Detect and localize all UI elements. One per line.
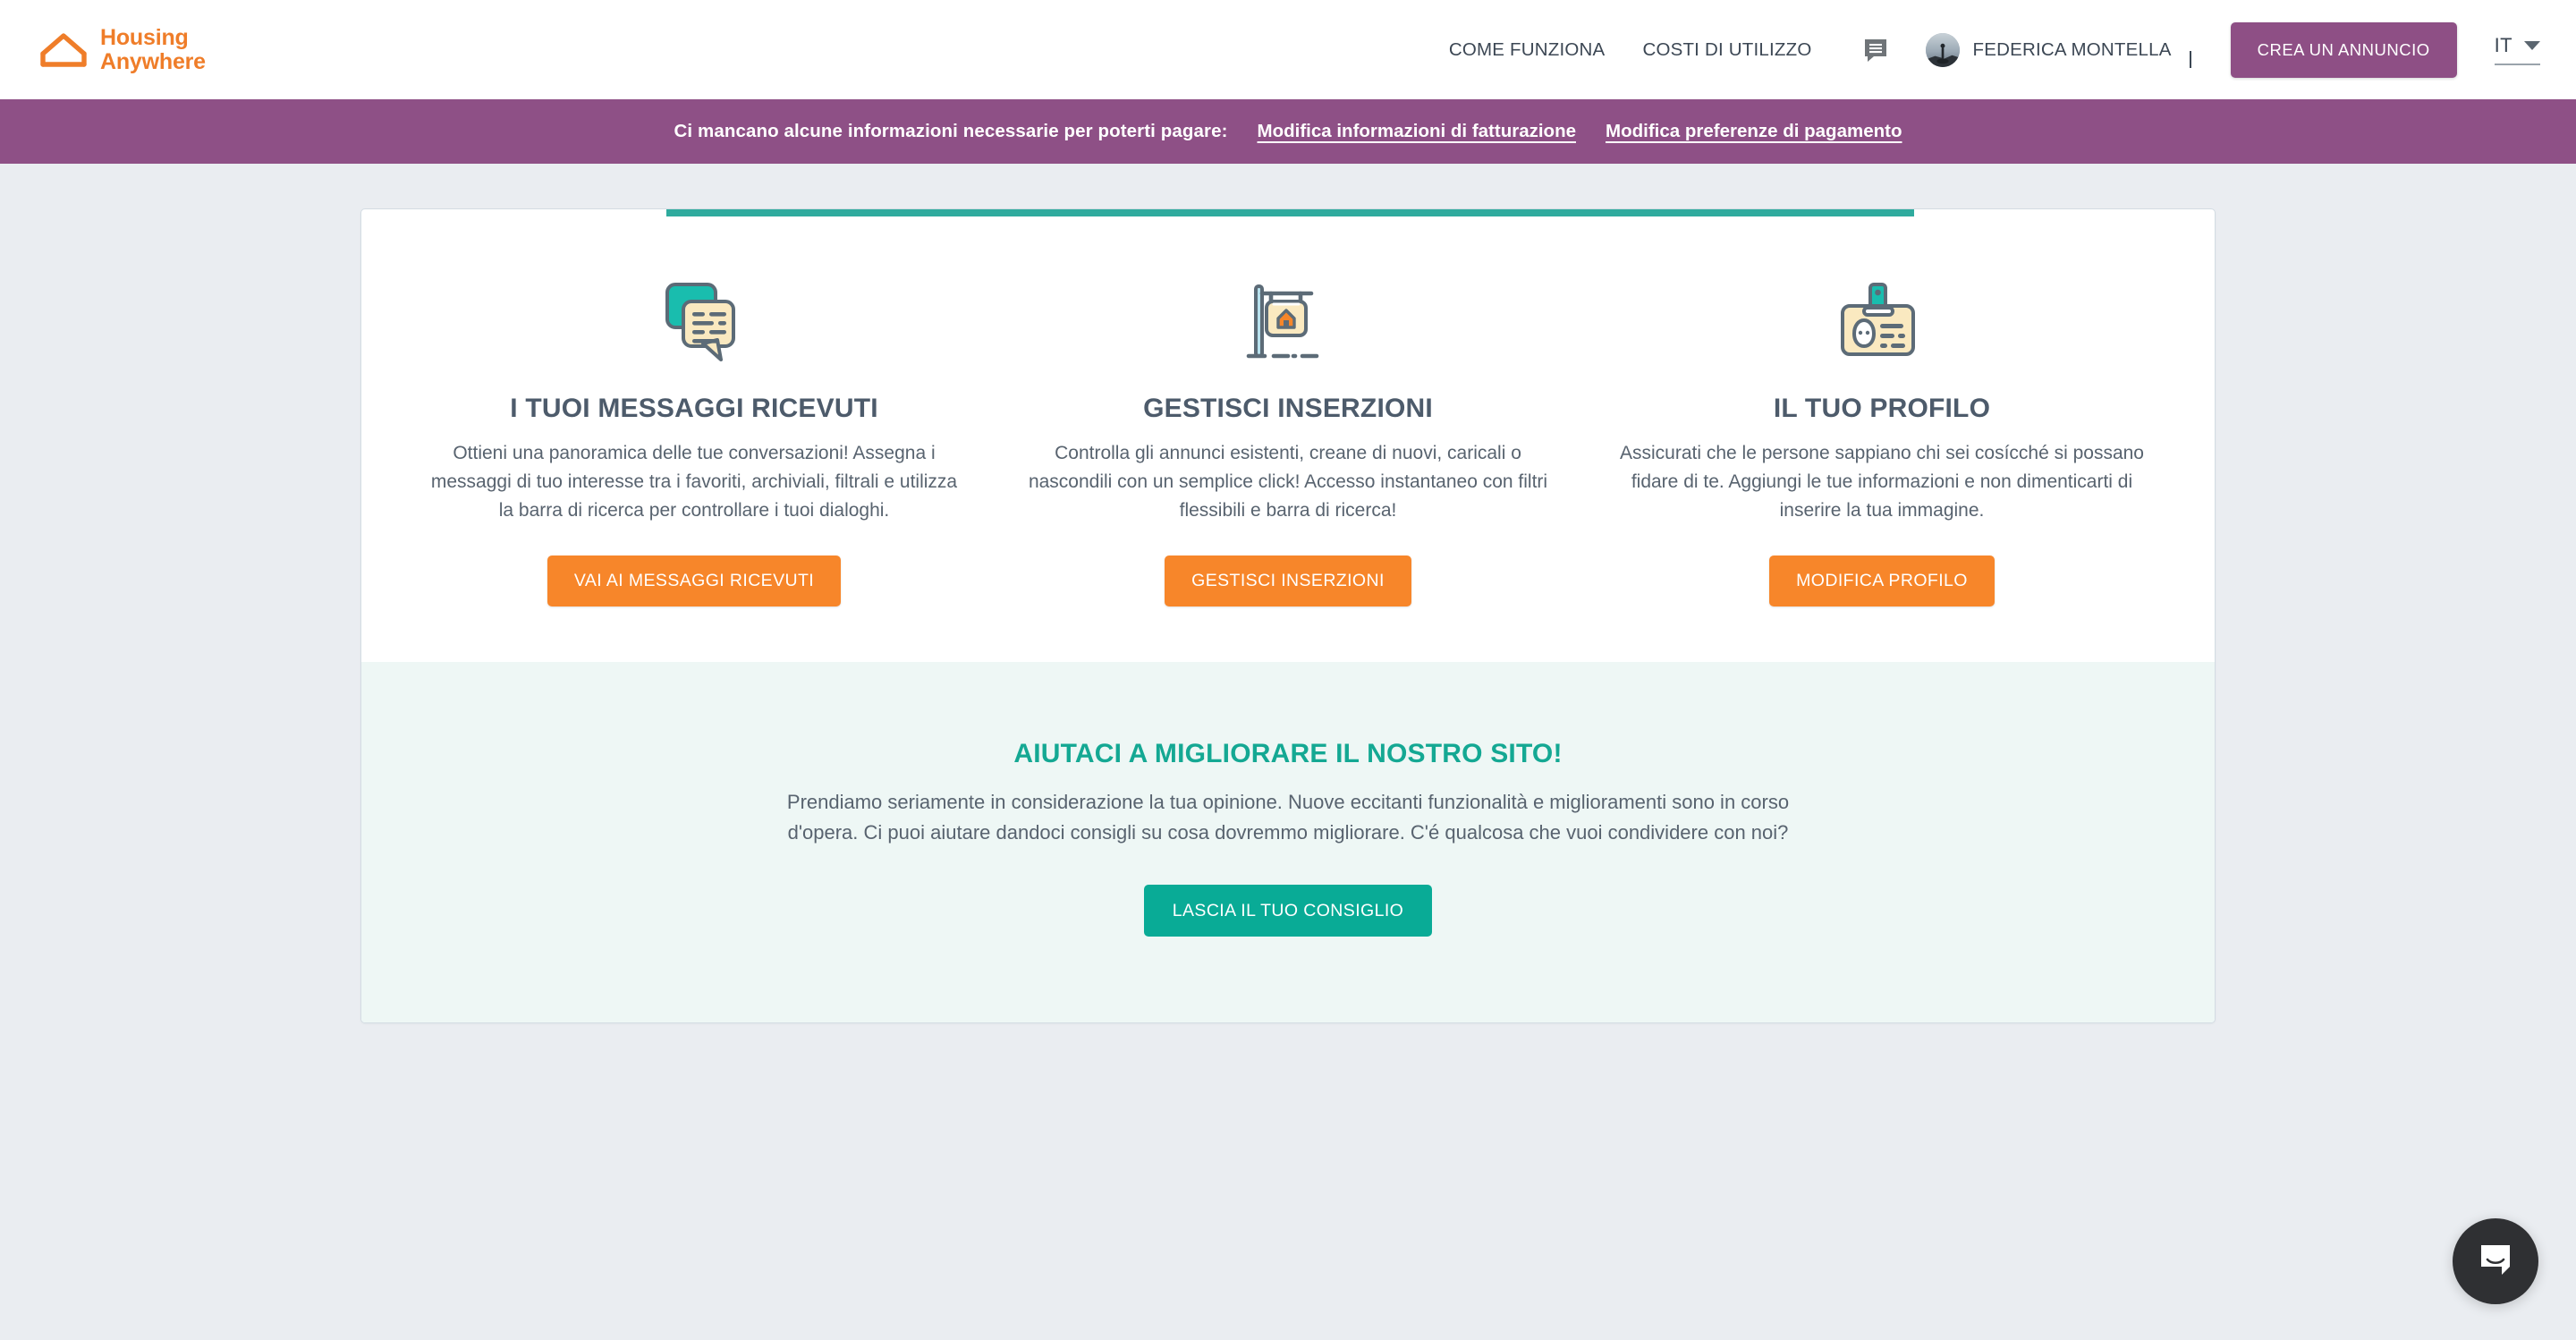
edit-profile-button[interactable]: MODIFICA PROFILO: [1769, 555, 1995, 606]
feature-title: GESTISCI INSERZIONI: [1143, 394, 1433, 423]
chat-bubbles-icon: [648, 274, 741, 367]
feature-profile: IL TUO PROFILO Assicurati che le persone…: [1585, 274, 2179, 606]
brand-word-line2: Anywhere: [100, 48, 206, 74]
header-nav: COME FUNZIONA COSTI DI UTILIZZO FEDERICA…: [1449, 21, 2540, 78]
feature-columns: I TUOI MESSAGGI RICEVUTI Ottieni una pan…: [361, 209, 2215, 662]
leave-feedback-button[interactable]: LASCIA IL TUO CONSIGLIO: [1143, 885, 1433, 937]
nav-costi-di-utilizzo[interactable]: COSTI DI UTILIZZO: [1642, 30, 1811, 70]
brand-logo[interactable]: Housing Anywhere: [39, 24, 206, 74]
feature-description: Controlla gli annunci esistenti, creane …: [1028, 443, 1548, 521]
alert-message: Ci mancano alcune informazioni necessari…: [674, 121, 1228, 141]
feature-title: I TUOI MESSAGGI RICEVUTI: [510, 394, 878, 423]
feature-description: Ottieni una panoramica delle tue convers…: [430, 443, 958, 521]
user-name-label: FEDERICA MONTELLA: [1972, 38, 2172, 60]
go-to-messages-button[interactable]: VAI AI MESSAGGI RICEVUTI: [547, 555, 842, 606]
feedback-title: AIUTACI A MIGLIORARE IL NOSTRO SITO!: [1013, 738, 1563, 768]
feedback-description: Prendiamo seriamente in considerazione l…: [786, 790, 1790, 844]
feature-listings: GESTISCI INSERZIONI Controlla gli annunc…: [991, 274, 1585, 606]
house-outline-icon: [39, 30, 88, 70]
dashboard-card: I TUOI MESSAGGI RICEVUTI Ottieni una pan…: [360, 208, 2216, 1024]
feature-description: Assicurati che le persone sappiano chi s…: [1620, 443, 2144, 521]
feature-messages: I TUOI MESSAGGI RICEVUTI Ottieni una pan…: [397, 274, 991, 606]
nav-come-funziona[interactable]: COME FUNZIONA: [1449, 30, 1606, 70]
progress-strip: [666, 209, 1914, 216]
speech-bubble-icon[interactable]: [1856, 30, 1895, 70]
intercom-chat-icon: [2476, 1240, 2515, 1284]
feature-title: IL TUO PROFILO: [1773, 394, 1991, 423]
alert-link-billing[interactable]: Modifica informazioni di fatturazione: [1258, 121, 1576, 142]
user-menu[interactable]: FEDERICA MONTELLA: [1926, 32, 2197, 68]
brand-word-line1: Housing: [100, 24, 189, 50]
page-body: I TUOI MESSAGGI RICEVUTI Ottieni una pan…: [0, 164, 2576, 1024]
for-rent-sign-icon: [1241, 274, 1335, 367]
brand-wordmark: Housing Anywhere: [100, 24, 206, 74]
triangle-down-icon: [2524, 41, 2540, 50]
intercom-chat-launcher[interactable]: [2453, 1218, 2538, 1304]
avatar: [1926, 32, 1961, 67]
manage-listings-button[interactable]: GESTISCI INSERZIONI: [1165, 555, 1411, 606]
language-code-label: IT: [2494, 34, 2512, 56]
create-listing-button[interactable]: CREA UN ANNUNCIO: [2230, 21, 2457, 78]
id-badge-icon: [1835, 274, 1928, 367]
alert-link-payment[interactable]: Modifica preferenze di pagamento: [1606, 121, 1902, 142]
language-selector[interactable]: IT: [2494, 34, 2540, 65]
payment-info-alert: Ci mancano alcune informazioni necessari…: [0, 99, 2576, 164]
site-header: Housing Anywhere COME FUNZIONA COSTI DI …: [0, 0, 2576, 99]
chevron-down-icon: [2182, 49, 2197, 68]
feedback-section: AIUTACI A MIGLIORARE IL NOSTRO SITO! Pre…: [361, 661, 2215, 1023]
